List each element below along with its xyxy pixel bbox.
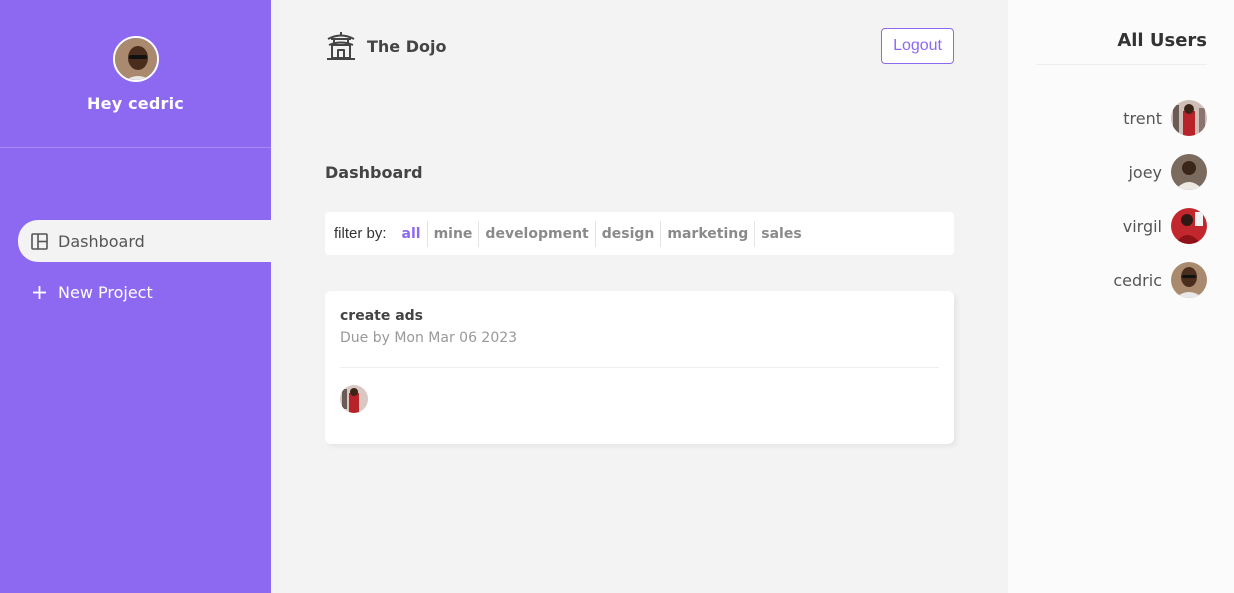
project-title: create ads <box>340 308 424 324</box>
user-name: trent <box>1123 108 1162 128</box>
sidebar: Hey cedric Dashboard New Project <box>0 0 271 593</box>
user-list-item: trent <box>1113 100 1207 136</box>
filter-option-mine[interactable]: mine <box>426 220 479 247</box>
sidebar-nav: Dashboard New Project <box>18 220 271 313</box>
user-list-item: virgil <box>1113 208 1207 244</box>
filter-option-marketing[interactable]: marketing <box>660 220 754 247</box>
card-divider <box>340 367 939 368</box>
project-due-date: Due by Mon Mar 06 2023 <box>340 330 518 346</box>
user-list: trent joey virgil cedric <box>1113 100 1207 316</box>
project-card[interactable]: create ads Due by Mon Mar 06 2023 <box>325 291 954 444</box>
users-panel-title: All Users <box>1117 30 1207 51</box>
filter-label: filter by: <box>334 225 387 242</box>
filter-option-design[interactable]: design <box>594 220 661 247</box>
user-name: joey <box>1128 162 1162 182</box>
brand-name: The Dojo <box>367 36 447 56</box>
assigned-user-avatar <box>340 385 368 413</box>
filter-option-sales[interactable]: sales <box>754 220 807 247</box>
users-panel: All Users trent joey virgil cedric <box>1008 0 1234 593</box>
user-avatar <box>112 36 159 82</box>
user-name: cedric <box>1113 270 1162 290</box>
project-filter: filter by: all mine development design m… <box>325 212 954 255</box>
dashboard-icon <box>30 232 48 250</box>
user-avatar <box>1171 208 1207 244</box>
user-avatar <box>1171 100 1207 136</box>
logout-button[interactable]: Logout <box>881 28 954 64</box>
navbar: The Dojo Logout <box>325 26 954 66</box>
temple-icon <box>325 30 357 62</box>
filter-option-all[interactable]: all <box>396 221 427 247</box>
users-panel-divider <box>1036 64 1207 65</box>
filter-option-development[interactable]: development <box>478 220 594 247</box>
page-title: Dashboard <box>325 163 423 182</box>
nav-item-dashboard[interactable]: Dashboard <box>18 220 271 262</box>
nav-item-label: Dashboard <box>58 231 145 251</box>
greeting: Hey cedric <box>87 94 184 113</box>
main-content: The Dojo Logout Dashboard filter by: all… <box>271 0 1008 593</box>
brand: The Dojo <box>325 30 446 62</box>
user-name: virgil <box>1122 216 1162 236</box>
nav-item-label: New Project <box>58 282 153 302</box>
user-list-item: joey <box>1113 154 1207 190</box>
plus-icon <box>30 283 48 301</box>
user-list-item: cedric <box>1113 262 1207 298</box>
nav-item-new-project[interactable]: New Project <box>18 271 271 313</box>
user-avatar <box>1171 262 1207 298</box>
sidebar-user: Hey cedric <box>0 0 271 148</box>
user-avatar <box>1171 154 1207 190</box>
